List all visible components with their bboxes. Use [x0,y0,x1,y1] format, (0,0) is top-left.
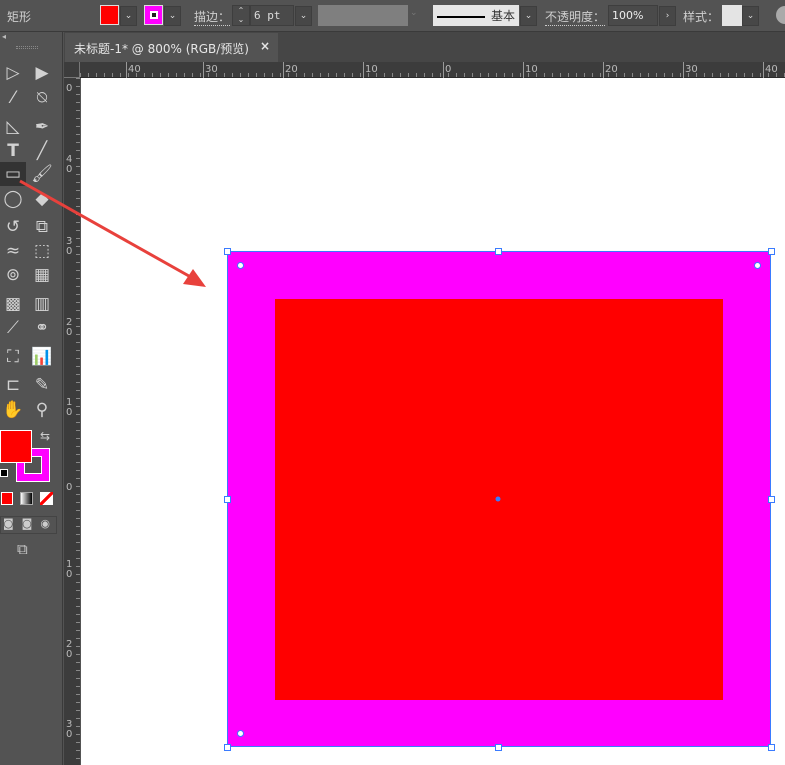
annotation-arrow-line [19,179,197,282]
resize-handle[interactable] [224,248,231,255]
resize-handle[interactable] [768,248,775,255]
resize-handle[interactable] [224,744,231,751]
corner-radius-widget[interactable] [754,262,761,269]
center-point [495,496,501,502]
resize-handle[interactable] [224,496,231,503]
resize-handle[interactable] [495,744,502,751]
resize-handle[interactable] [768,496,775,503]
resize-handle[interactable] [495,248,502,255]
resize-handle[interactable] [768,744,775,751]
corner-radius-widget[interactable] [237,262,244,269]
corner-radius-widget[interactable] [237,730,244,737]
annotation-arrowhead [183,269,206,287]
artwork-layer [19,179,771,747]
